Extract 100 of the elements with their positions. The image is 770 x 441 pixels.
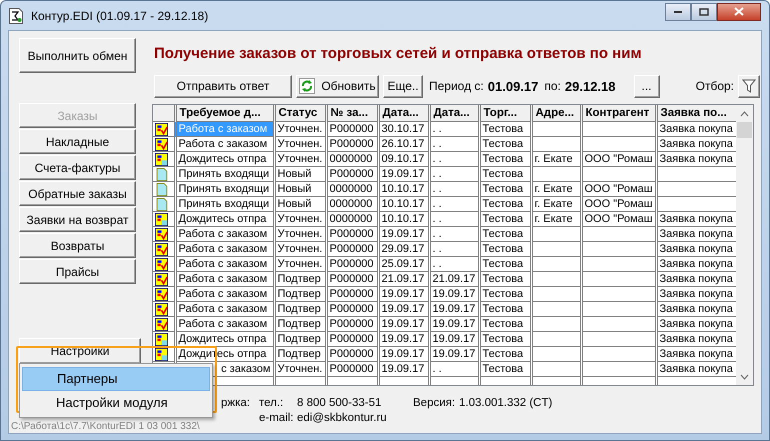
page-heading: Получение заказов от торговых сетей и отправка ответов по ним <box>154 45 643 64</box>
column-header[interactable]: Адре... <box>531 105 581 122</box>
table-cell: Уточнен. <box>274 136 326 152</box>
table-cell: Уточнен. <box>274 212 326 226</box>
table-cell: г. Екате <box>531 152 581 166</box>
table-cell: Работа с заказом <box>175 316 274 332</box>
sidebar-item[interactable]: Заявки на возврат <box>19 207 136 232</box>
minimize-icon <box>673 10 683 14</box>
table-cell: Тестова <box>479 166 531 182</box>
exchange-button[interactable]: Выполнить обмен <box>19 38 136 73</box>
table-cell: 21.09.17 <box>378 272 429 286</box>
document-check-icon <box>155 122 168 136</box>
table-cell: ООО "Ромаш <box>581 212 656 226</box>
period-from-date: 01.09.17 <box>488 78 538 94</box>
sidebar-item[interactable]: Прайсы <box>19 259 136 284</box>
table-cell: 25.09.17 <box>378 256 429 272</box>
table-cell: P000000 <box>326 136 378 152</box>
column-header[interactable]: Дата... <box>378 105 429 122</box>
table-cell: Работа с заказом <box>175 286 274 302</box>
table-cell: 19.09.17 <box>378 316 429 332</box>
sidebar-item[interactable]: Возвраты <box>19 233 136 258</box>
table-cell: Уточнен. <box>274 122 326 136</box>
table-cell: г. Екате <box>531 196 581 212</box>
filter-button[interactable] <box>738 74 760 98</box>
menu-item[interactable]: Настройки модуля <box>22 392 210 414</box>
table-cell: . . <box>429 152 479 166</box>
table-cell: Тестова <box>479 256 531 272</box>
table-cell: Тестова <box>479 302 531 316</box>
table-cell: Принять входящи <box>175 196 274 212</box>
table-cell: Работа с заказом <box>175 302 274 316</box>
column-header[interactable]: Торг... <box>479 105 531 122</box>
table-cell: 19.09.17 <box>378 226 429 242</box>
table-cell: . . <box>429 226 479 242</box>
table-cell: P000000 <box>326 122 378 136</box>
maximize-button[interactable] <box>691 2 717 20</box>
sidebar-item[interactable]: Обратные заказы <box>19 181 136 206</box>
document-pending-icon <box>155 332 168 346</box>
table-cell: Тестова <box>479 182 531 196</box>
close-button[interactable] <box>717 2 761 20</box>
table-cell: Новый <box>274 166 326 182</box>
more-button[interactable]: Еще.. <box>383 74 423 98</box>
sidebar-item[interactable]: Накладные <box>19 129 136 154</box>
menu-item[interactable]: Партнеры <box>22 367 210 391</box>
column-header[interactable]: Требуемое д... <box>175 105 274 122</box>
table-cell: Тестова <box>479 136 531 152</box>
table-cell: P000000 <box>326 166 378 182</box>
table-cell: Уточнен. <box>274 242 326 256</box>
document-check-icon <box>155 302 168 316</box>
column-header[interactable]: Статус <box>274 105 326 122</box>
file-path: C:\Работа\1с\7.7\KonturEDI 1 03 001 332\ <box>11 421 200 432</box>
table-cell: Тестова <box>479 362 531 376</box>
table-cell: . . <box>429 256 479 272</box>
column-header[interactable]: Контрагент <box>581 105 656 122</box>
table-cell: P000000 <box>326 316 378 332</box>
document-check-icon <box>155 242 168 256</box>
column-header[interactable]: № за... <box>326 105 378 122</box>
table-cell: P000000 <box>326 226 378 242</box>
table-cell: 19.09.17 <box>378 332 429 346</box>
table-cell: Подтвер <box>274 302 326 316</box>
table-cell: 19.09.17 <box>378 362 429 376</box>
minimize-button[interactable] <box>665 2 691 20</box>
filter-label: Отбор: <box>696 79 734 93</box>
table-cell: ООО "Ромаш <box>581 152 656 166</box>
document-check-icon <box>155 272 168 286</box>
table-cell: 19.09.17 <box>378 302 429 316</box>
table-cell: Тестова <box>479 332 531 346</box>
column-header[interactable]: Дата... <box>429 105 479 122</box>
sidebar-item[interactable]: Счета-фактуры <box>19 155 136 180</box>
table-cell: 19.09.17 <box>429 286 479 302</box>
table-cell: . . <box>429 182 479 196</box>
table-cell: 19.09.17 <box>429 332 479 346</box>
column-header[interactable]: Заявка по... <box>656 105 736 122</box>
table-cell: Подтвер <box>274 346 326 362</box>
period-from-label: Период с: <box>429 79 484 93</box>
period-to-label: по: <box>544 79 561 93</box>
table-cell: Тестова <box>479 212 531 226</box>
table-cell: Тестова <box>479 316 531 332</box>
table-cell: ООО "Ромаш <box>581 182 656 196</box>
table-cell: Тестова <box>479 272 531 286</box>
refresh-button[interactable]: Обновить <box>296 74 379 98</box>
scrollbar[interactable] <box>736 105 753 385</box>
table-cell: Работа с заказом <box>175 256 274 272</box>
table-cell: Подтвер <box>274 332 326 346</box>
table-cell: Уточнен. <box>274 226 326 242</box>
table-cell: Тестова <box>479 152 531 166</box>
table-cell: Новый <box>274 196 326 212</box>
table-cell: Принять входящи <box>175 182 274 196</box>
table-cell: Тестова <box>479 122 531 136</box>
document-pending-icon <box>155 348 168 360</box>
table-cell: Работа с заказом <box>175 226 274 242</box>
document-check-icon <box>155 318 168 330</box>
scrollbar-thumb[interactable] <box>737 122 752 138</box>
period-select-button[interactable]: ... <box>634 74 660 98</box>
table-cell: г. Екате <box>531 212 581 226</box>
table-cell: 09.10.17 <box>378 152 429 166</box>
table-cell: . . <box>429 362 479 376</box>
document-check-icon <box>155 138 168 150</box>
close-icon <box>734 7 744 16</box>
send-reply-button[interactable]: Отправить ответ <box>154 74 292 98</box>
table-cell: P000000 <box>326 332 378 346</box>
